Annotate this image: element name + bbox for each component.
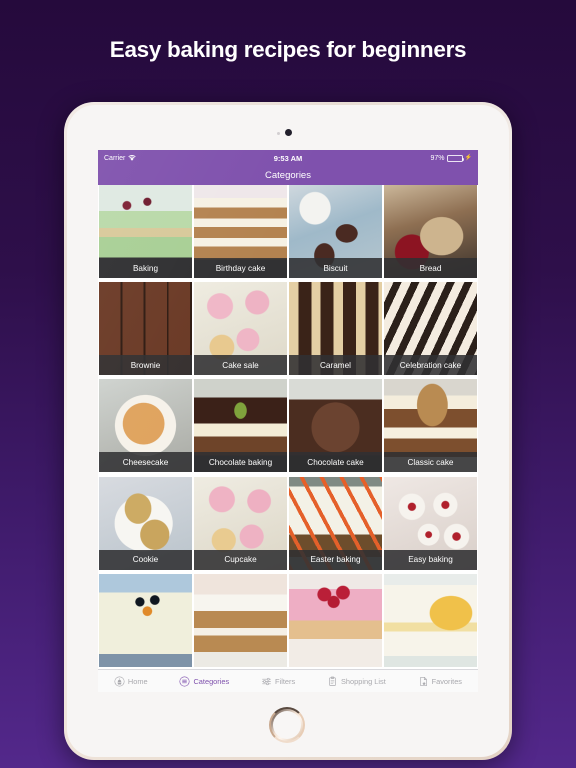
tab-label: Shopping List: [340, 676, 386, 686]
page-root: Easy baking recipes for beginners Carrie…: [0, 0, 576, 768]
dusted-victoria-sponge-image: [194, 573, 287, 667]
category-tile-label: Cheesecake: [99, 452, 192, 473]
category-tile[interactable]: Celebration cake: [384, 282, 477, 376]
charging-bolt-icon: ⚡: [464, 155, 473, 161]
tab-label: Favorites: [431, 676, 463, 686]
tab-categories[interactable]: Categories: [179, 676, 229, 687]
category-tile[interactable]: Chocolate baking: [194, 379, 287, 473]
clipboard-icon: [327, 676, 338, 687]
raspberry-topped-pink-cake-image: [289, 573, 382, 667]
battery-percent-label: 97%: [430, 154, 445, 162]
category-tile[interactable]: [194, 573, 287, 667]
battery-icon: [446, 154, 464, 162]
category-tile-label: Caramel: [289, 355, 382, 376]
category-tile[interactable]: Caramel: [289, 282, 382, 376]
status-bar-left: Carrier: [104, 155, 274, 162]
category-tile-label: Cake sale: [194, 355, 287, 376]
status-bar-clock: 9:53 AM: [273, 153, 303, 163]
category-tile[interactable]: Bread: [384, 185, 477, 278]
tab-label: Home: [127, 676, 148, 686]
lemon-layer-cake-with-slices-image: [384, 573, 477, 667]
tab-home[interactable]: Home: [114, 676, 148, 687]
category-tile-label: Chocolate baking: [194, 452, 287, 473]
page-star-icon: [418, 676, 429, 687]
home-button[interactable]: [269, 707, 305, 743]
snowman-christmas-cake-image: [99, 573, 192, 667]
category-tile-label: Cookie: [99, 549, 192, 570]
front-camera-icon: [285, 129, 292, 136]
tablet-frame: Carrier 9:53 AM 97% ⚡ Categories Baking …: [64, 102, 512, 760]
category-tile-label: Brownie: [99, 355, 192, 376]
tab-label: Filters: [275, 676, 296, 686]
category-tile[interactable]: Birthday cake: [194, 185, 287, 278]
carrier-label: Carrier: [104, 154, 126, 162]
tab-favorites[interactable]: Favorites: [418, 676, 462, 687]
category-tile[interactable]: [99, 573, 192, 667]
category-tile-label: Easter baking: [289, 549, 382, 570]
category-tile-label: Classic cake: [384, 452, 477, 473]
tablet-bezel: Carrier 9:53 AM 97% ⚡ Categories Baking …: [67, 105, 509, 757]
categories-icon: [179, 676, 190, 687]
category-tile-label: Baking: [99, 258, 192, 278]
category-tile[interactable]: Cheesecake: [99, 379, 192, 473]
category-tile-label: Celebration cake: [384, 355, 477, 376]
tab-shopping-list[interactable]: Shopping List: [327, 676, 386, 687]
tab-filters[interactable]: Filters: [261, 676, 295, 687]
category-grid: Baking Birthday cake Biscuit Bread Brownie Ca…: [98, 185, 478, 669]
status-bar-right: 97% ⚡: [302, 154, 473, 162]
filters-sliders-icon: [261, 676, 272, 687]
category-tile[interactable]: Brownie: [99, 282, 192, 376]
category-tile[interactable]: [384, 573, 477, 667]
category-tile[interactable]: Cookie: [99, 476, 192, 570]
category-tile[interactable]: Classic cake: [384, 379, 477, 473]
tab-bar: Home Categories Filters Shopping List Favori…: [98, 669, 478, 692]
category-tile-label: Chocolate cake: [289, 452, 382, 473]
category-tile[interactable]: Easy baking: [384, 476, 477, 570]
category-tile[interactable]: Chocolate cake: [289, 379, 382, 473]
category-tile[interactable]: Easter baking: [289, 476, 382, 570]
wifi-icon: [128, 155, 137, 161]
category-tile-label: Easy baking: [384, 549, 477, 570]
category-tile-label: Biscuit: [289, 258, 382, 278]
status-bar: Carrier 9:53 AM 97% ⚡: [98, 150, 478, 166]
tab-label: Categories: [193, 676, 230, 686]
device-screen: Carrier 9:53 AM 97% ⚡ Categories Baking …: [98, 150, 478, 692]
category-tile[interactable]: Cake sale: [194, 282, 287, 376]
category-tile[interactable]: [289, 573, 382, 667]
nav-bar-title: Categories: [265, 170, 311, 181]
category-tile-label: Cupcake: [194, 549, 287, 570]
category-tile[interactable]: Biscuit: [289, 185, 382, 278]
category-tile[interactable]: Baking: [99, 185, 192, 278]
home-cupcake-icon: [114, 676, 125, 687]
category-tile-label: Birthday cake: [194, 258, 287, 278]
page-headline: Easy baking recipes for beginners: [109, 37, 467, 62]
category-tile-label: Bread: [384, 258, 477, 278]
category-tile[interactable]: Cupcake: [194, 476, 287, 570]
nav-bar: Categories: [98, 166, 478, 185]
